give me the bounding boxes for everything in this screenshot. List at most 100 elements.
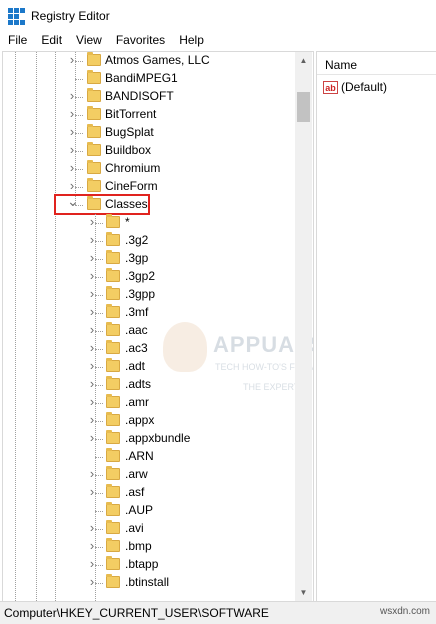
folder-icon xyxy=(106,286,120,300)
tree-item[interactable]: › .adts xyxy=(3,376,295,394)
chevron-right-icon[interactable]: › xyxy=(87,467,97,480)
chevron-right-icon[interactable]: › xyxy=(87,215,97,228)
chevron-right-icon[interactable]: › xyxy=(87,557,97,570)
tree-item[interactable]: › Atmos Games, LLC xyxy=(3,52,295,70)
chevron-right-icon[interactable]: › xyxy=(87,323,97,336)
chevron-right-icon[interactable]: › xyxy=(87,269,97,282)
tree-item-label: Atmos Games, LLC xyxy=(105,53,210,67)
tree-item-label: .AUP xyxy=(125,503,154,517)
folder-icon xyxy=(106,358,120,372)
site-watermark: wsxdn.com xyxy=(379,606,430,617)
column-header-name[interactable]: Name xyxy=(325,58,357,72)
tree-item-label: .avi xyxy=(125,521,144,535)
folder-icon xyxy=(106,304,120,318)
values-pane[interactable]: Name ab (Default) xyxy=(316,51,436,601)
menu-favorites[interactable]: Favorites xyxy=(109,31,172,50)
tree-item-label: .btinstall xyxy=(125,575,170,589)
chevron-right-icon[interactable]: › xyxy=(87,359,97,372)
folder-icon xyxy=(106,394,120,408)
tree-item[interactable]: › .appx xyxy=(3,412,295,430)
folder-icon xyxy=(106,484,120,498)
folder-icon xyxy=(106,214,120,228)
tree-item-selected[interactable]: ⌄ Classes xyxy=(3,194,295,215)
folder-icon xyxy=(106,250,120,264)
tree-item[interactable]: › .arw xyxy=(3,466,295,484)
chevron-right-icon[interactable]: › xyxy=(87,539,97,552)
folder-icon xyxy=(87,52,101,66)
selection-highlight xyxy=(54,194,150,215)
tree-item[interactable]: › .3gpp xyxy=(3,286,295,304)
tree-item[interactable]: › BitTorrent xyxy=(3,106,295,124)
ab-string-icon: ab xyxy=(323,80,338,94)
tree-item-label: CineForm xyxy=(105,179,158,193)
chevron-right-icon[interactable]: › xyxy=(87,377,97,390)
chevron-right-icon[interactable]: › xyxy=(87,251,97,264)
tree-item-label: BugSplat xyxy=(105,125,154,139)
tree-item[interactable]: › Buildbox xyxy=(3,142,295,160)
folder-icon xyxy=(106,322,120,336)
registry-editor-icon xyxy=(8,7,25,25)
tree-item[interactable]: › .aac xyxy=(3,322,295,340)
folder-icon xyxy=(87,70,101,84)
chevron-right-icon[interactable]: › xyxy=(87,413,97,426)
value-row[interactable]: ab (Default) xyxy=(323,80,387,94)
chevron-right-icon[interactable]: › xyxy=(87,395,97,408)
tree-item[interactable]: › .ac3 xyxy=(3,340,295,358)
tree-item[interactable]: › .3mf xyxy=(3,304,295,322)
tree-item[interactable]: › .avi xyxy=(3,520,295,538)
tree-item-label: * xyxy=(125,215,130,229)
menu-file[interactable]: File xyxy=(0,31,34,50)
folder-icon xyxy=(106,520,120,534)
tree-guide-line xyxy=(75,52,76,205)
chevron-right-icon[interactable]: › xyxy=(87,431,97,444)
folder-icon xyxy=(106,556,120,570)
folder-icon xyxy=(87,106,101,120)
tree-vertical-scrollbar[interactable]: ▲ ▼ xyxy=(295,52,312,601)
tree-item[interactable]: › .bmp xyxy=(3,538,295,556)
tree-item[interactable]: .AUP xyxy=(3,502,295,520)
value-name: (Default) xyxy=(341,80,388,94)
tree-item[interactable]: › .adt xyxy=(3,358,295,376)
scroll-thumb[interactable] xyxy=(297,92,310,122)
menu-view[interactable]: View xyxy=(69,31,109,50)
tree-item[interactable]: › .3gp xyxy=(3,250,295,268)
scroll-down-icon[interactable]: ▼ xyxy=(295,584,312,601)
chevron-right-icon[interactable]: › xyxy=(87,341,97,354)
scroll-up-icon[interactable]: ▲ xyxy=(295,52,312,69)
tree-item[interactable]: › .btapp xyxy=(3,556,295,574)
chevron-right-icon[interactable]: › xyxy=(87,233,97,246)
chevron-right-icon[interactable]: › xyxy=(87,521,97,534)
folder-icon xyxy=(106,448,120,462)
chevron-right-icon[interactable]: › xyxy=(87,305,97,318)
tree-item[interactable]: › .btinstall xyxy=(3,574,295,592)
tree-item[interactable]: › .3g2 xyxy=(3,232,295,250)
registry-tree[interactable]: › Atmos Games, LLC BandiMPEG1 › BANDISOFT › Bi… xyxy=(2,51,314,602)
chevron-right-icon[interactable]: › xyxy=(87,287,97,300)
tree-item[interactable]: › .appxbundle xyxy=(3,430,295,448)
folder-icon xyxy=(106,538,120,552)
tree-item[interactable]: › .amr xyxy=(3,394,295,412)
tree-connector xyxy=(95,511,103,512)
chevron-right-icon[interactable]: › xyxy=(87,485,97,498)
tree-item[interactable]: › .asf xyxy=(3,484,295,502)
tree-connector xyxy=(95,457,103,458)
tree-item-label: .btapp xyxy=(125,557,159,571)
folder-icon xyxy=(87,160,101,174)
tree-item[interactable]: › BANDISOFT xyxy=(3,88,295,106)
tree-item[interactable]: .ARN xyxy=(3,448,295,466)
tree-item[interactable]: › BugSplat xyxy=(3,124,295,142)
menu-edit[interactable]: Edit xyxy=(34,31,69,50)
tree-item[interactable]: › Chromium xyxy=(3,160,295,178)
status-bar: Computer\HKEY_CURRENT_USER\SOFTWARE xyxy=(0,601,436,624)
tree-item[interactable]: › * xyxy=(3,214,295,232)
folder-icon xyxy=(106,232,120,246)
tree-item[interactable]: › .3gp2 xyxy=(3,268,295,286)
folder-icon xyxy=(87,124,101,138)
folder-icon xyxy=(106,574,120,588)
tree-item[interactable]: BandiMPEG1 xyxy=(3,70,295,88)
folder-icon xyxy=(87,88,101,102)
chevron-right-icon[interactable]: › xyxy=(87,575,97,588)
folder-icon xyxy=(106,466,120,480)
folder-icon xyxy=(106,412,120,426)
menu-help[interactable]: Help xyxy=(172,31,211,50)
